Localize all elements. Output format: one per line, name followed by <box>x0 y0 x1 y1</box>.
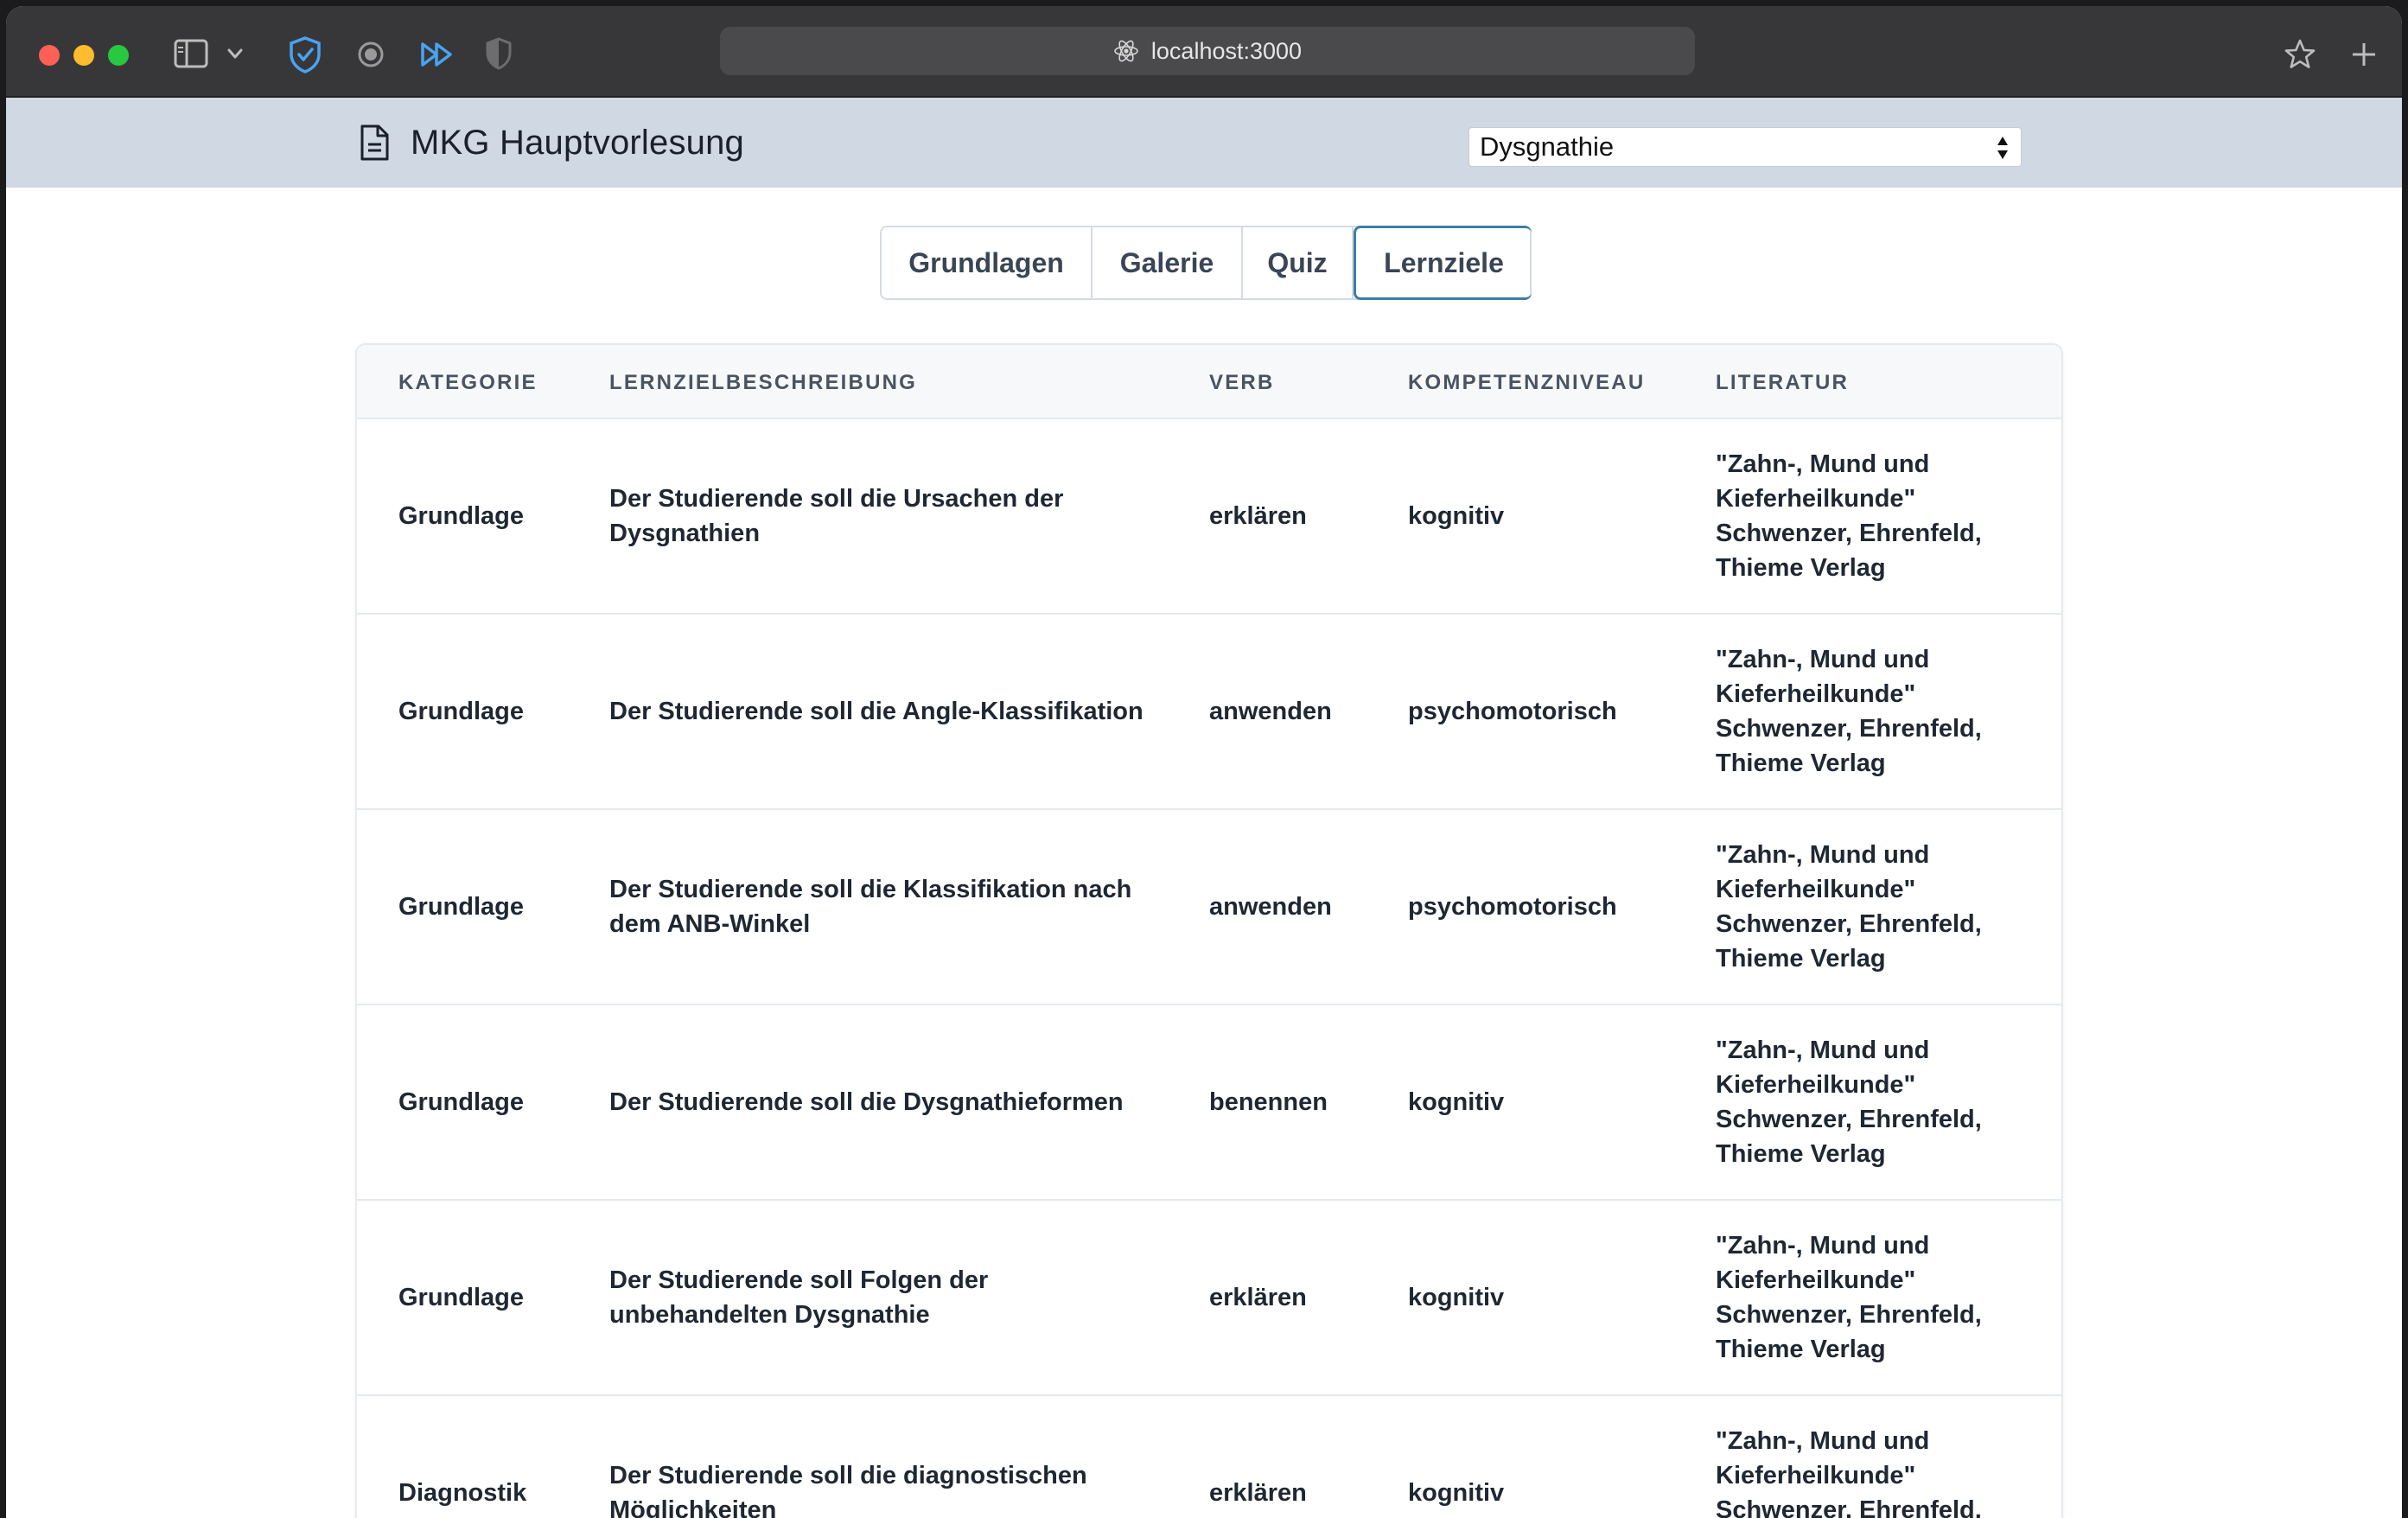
cell-beschreibung: Der Studierende soll die Ursachen der Dy… <box>609 485 1064 547</box>
cell-beschreibung: Der Studierende soll die diagnostischen … <box>609 1462 1087 1518</box>
cell-verb: erklären <box>1209 1284 1307 1311</box>
cell-kompetenz: psychomotorisch <box>1408 893 1617 921</box>
browser-toolbar: localhost:3000 <box>6 6 2402 98</box>
column-header-beschreibung: LERNZIELBESCHREIBUNG <box>609 371 918 394</box>
document-icon <box>359 124 390 162</box>
fast-forward-icon[interactable] <box>419 41 455 68</box>
table-row: Grundlage Der Studierende soll die Dysgn… <box>357 1005 2061 1201</box>
cell-kategorie: Grundlage <box>398 1088 525 1116</box>
cell-kompetenz: kognitiv <box>1408 1284 1505 1311</box>
column-header-verb: VERB <box>1209 371 1275 394</box>
react-icon <box>1114 40 1138 62</box>
cell-verb: benennen <box>1209 1088 1328 1116</box>
cell-verb: anwenden <box>1209 698 1332 725</box>
minimize-window-button[interactable] <box>73 45 94 66</box>
tab-grundlagen[interactable]: Grundlagen <box>882 227 1093 298</box>
cell-literatur: "Zahn-, Mund und Kieferheilkunde" Schwen… <box>1716 1036 1982 1168</box>
cell-kategorie: Grundlage <box>398 502 525 530</box>
tab-lernziele[interactable]: Lernziele <box>1354 226 1532 300</box>
cell-kategorie: Grundlage <box>398 893 525 921</box>
table-row: Grundlage Der Studierende soll die Klass… <box>357 810 2061 1005</box>
app-title: MKG Hauptvorlesung <box>411 124 745 162</box>
cell-verb: erklären <box>1209 502 1307 530</box>
tab-galerie[interactable]: Galerie <box>1093 227 1243 298</box>
sidebar-toggle-icon[interactable] <box>174 39 208 68</box>
address-text: localhost:3000 <box>1150 37 1303 64</box>
table-row: Diagnostik Der Studierende soll die diag… <box>357 1396 2061 1518</box>
maximize-window-button[interactable] <box>108 45 129 66</box>
cell-literatur: "Zahn-, Mund und Kieferheilkunde" Schwen… <box>1716 1232 1982 1363</box>
chevron-down-icon[interactable] <box>226 44 245 63</box>
shield-icon[interactable] <box>485 37 513 70</box>
table-header: KATEGORIE LERNZIELBESCHREIBUNG VERB KOMP… <box>357 345 2061 419</box>
column-header-kategorie: KATEGORIE <box>398 371 538 394</box>
topic-select[interactable]: Dysgnathie <box>1468 127 2022 167</box>
cell-kompetenz: kognitiv <box>1408 1479 1505 1507</box>
cell-literatur: "Zahn-, Mund und Kieferheilkunde" Schwen… <box>1716 646 1982 777</box>
cell-verb: anwenden <box>1209 893 1332 921</box>
app-header: MKG Hauptvorlesung Dysgnathie <box>6 98 2402 188</box>
column-header-literatur: LITERATUR <box>1716 371 1850 394</box>
learning-goals-table: KATEGORIE LERNZIELBESCHREIBUNG VERB KOMP… <box>355 343 2063 1518</box>
column-header-kompetenz: KOMPETENZNIVEAU <box>1408 371 1646 394</box>
table-row: Grundlage Der Studierende soll die Ursac… <box>357 419 2061 615</box>
tab-quiz[interactable]: Quiz <box>1243 227 1354 298</box>
star-icon[interactable] <box>2283 37 2317 72</box>
privacy-shield-icon[interactable] <box>288 35 322 73</box>
cell-beschreibung: Der Studierende soll die Dysgnathieforme… <box>609 1088 1124 1116</box>
cell-kompetenz: kognitiv <box>1408 502 1505 530</box>
cell-kompetenz: psychomotorisch <box>1408 698 1617 725</box>
topic-select-value: Dysgnathie <box>1480 131 1615 162</box>
cell-kategorie: Diagnostik <box>398 1479 527 1507</box>
browser-window: localhost:3000 MKG Hauptvorlesung Dysgna… <box>6 6 2402 1518</box>
cell-literatur: "Zahn-, Mund und Kieferheilkunde" Schwen… <box>1716 841 1982 973</box>
cell-kategorie: Grundlage <box>398 698 525 725</box>
table-row: Grundlage Der Studierende soll Folgen de… <box>357 1201 2061 1396</box>
cell-beschreibung: Der Studierende soll die Angle-Klassifik… <box>609 698 1143 725</box>
record-icon[interactable] <box>357 41 385 68</box>
table-row: Grundlage Der Studierende soll die Angle… <box>357 615 2061 810</box>
select-arrows-icon <box>1997 137 2008 159</box>
address-bar[interactable]: localhost:3000 <box>720 27 1695 75</box>
cell-kategorie: Grundlage <box>398 1284 525 1311</box>
new-tab-icon[interactable] <box>2348 39 2379 70</box>
cell-literatur: "Zahn-, Mund und Kieferheilkunde" Schwen… <box>1716 450 1982 582</box>
cell-verb: erklären <box>1209 1479 1307 1507</box>
cell-beschreibung: Der Studierende soll die Klassifikation … <box>609 876 1132 938</box>
cell-literatur: "Zahn-, Mund und Kieferheilkunde" Schwen… <box>1716 1427 1982 1518</box>
cell-beschreibung: Der Studierende soll Folgen der unbehand… <box>609 1266 989 1329</box>
cell-kompetenz: kognitiv <box>1408 1088 1505 1116</box>
close-window-button[interactable] <box>39 45 60 66</box>
tab-bar: Grundlagen Galerie Quiz Lernziele <box>880 226 1532 300</box>
